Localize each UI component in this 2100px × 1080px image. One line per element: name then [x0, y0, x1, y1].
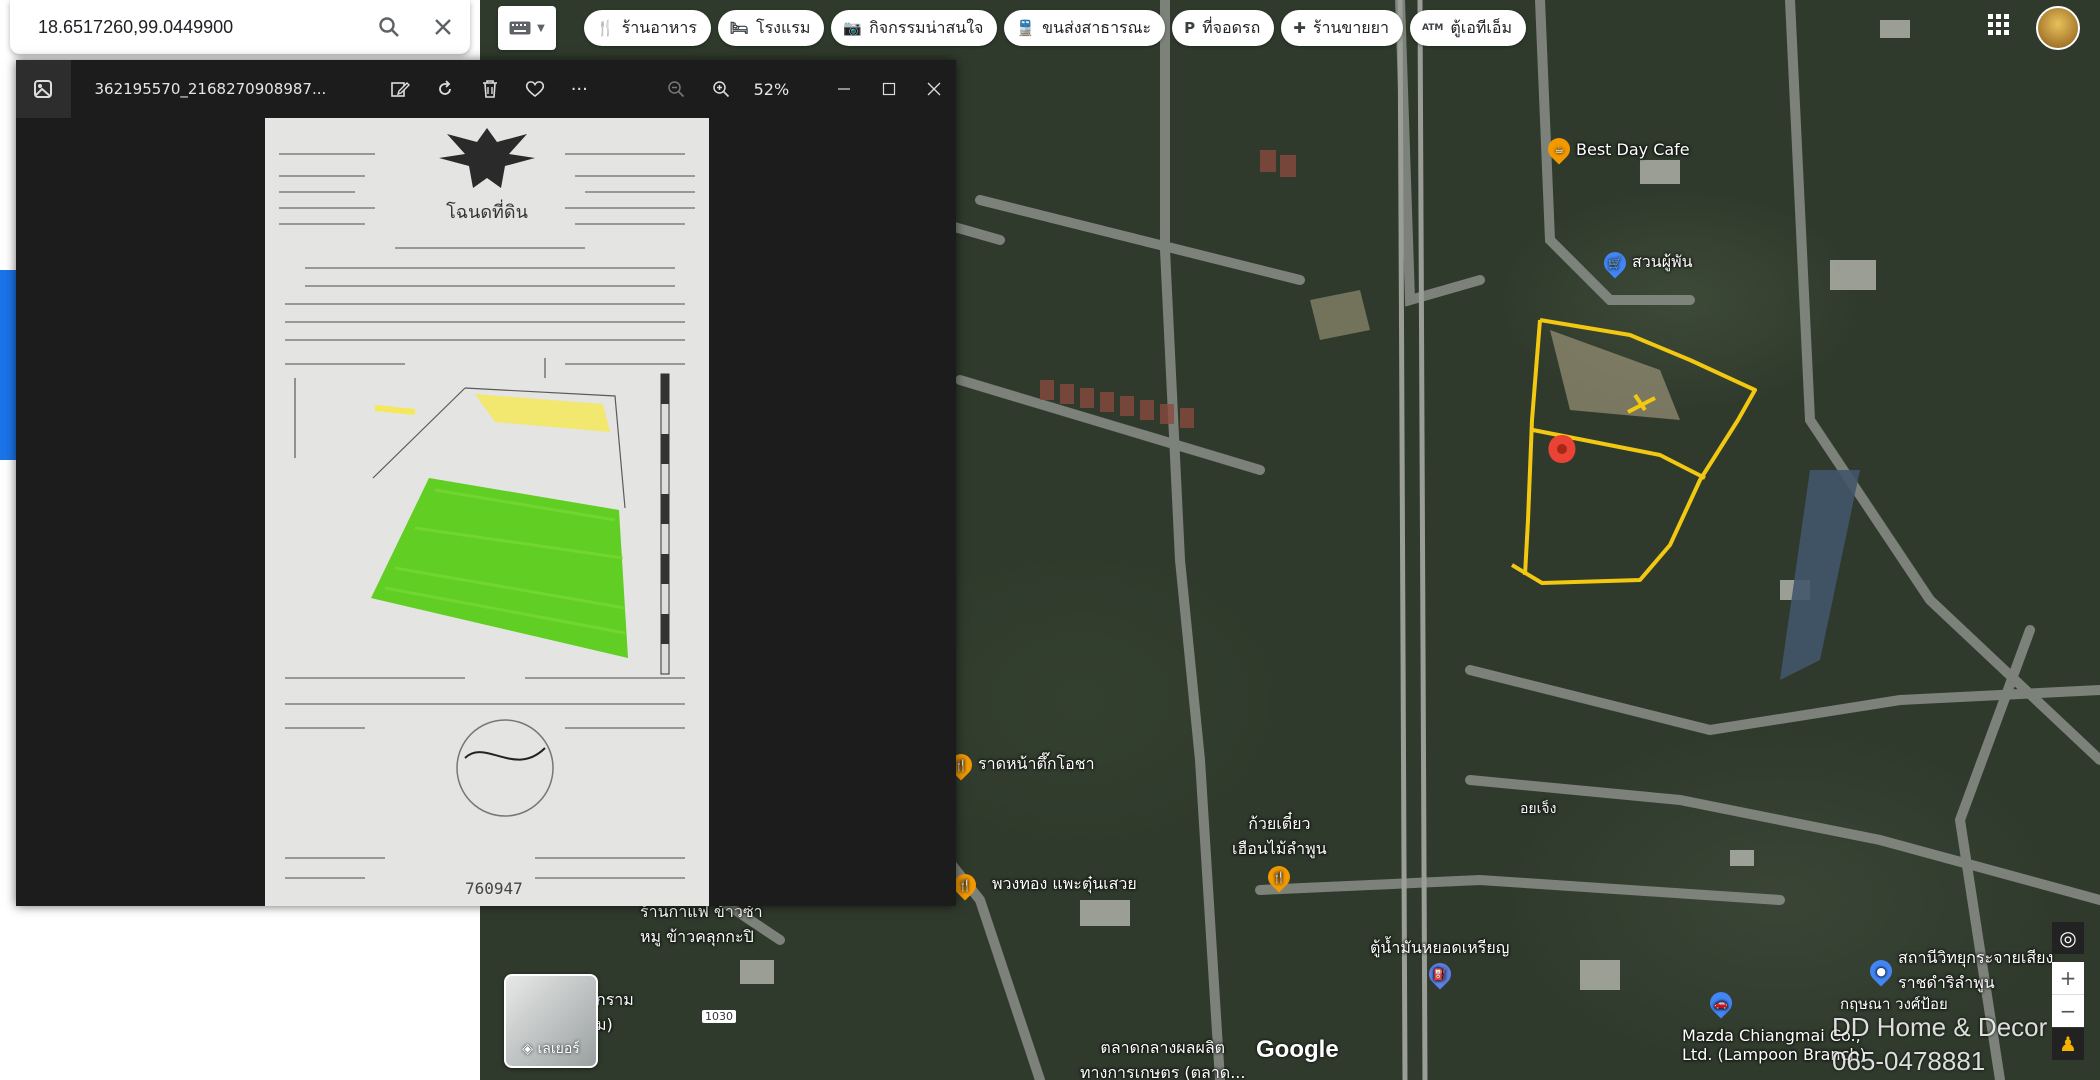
land-title-document-image: โฉนดที่ดิน 760947 [265, 118, 709, 906]
chip-transit[interactable]: 🚆 ขนส่งสาธารณะ [1004, 10, 1166, 46]
shopping-icon: 🛒 [1599, 246, 1631, 279]
my-location-icon[interactable]: ◎ [2052, 922, 2084, 954]
zoom-in-icon[interactable]: + [2052, 962, 2084, 995]
edit-icon[interactable] [378, 79, 423, 99]
search-icon[interactable] [362, 0, 416, 54]
garuda-emblem-icon [439, 128, 535, 188]
poi-mazda[interactable]: 🚗 [1705, 987, 1737, 1019]
gas-station-icon: ⛽ [1424, 958, 1456, 990]
poi-suan[interactable]: 🛒 สวนผู้พัน [1599, 246, 1693, 279]
avatar[interactable] [2036, 6, 2080, 50]
pharmacy-icon: ✚ [1293, 19, 1306, 37]
photos-app-icon [16, 60, 71, 118]
close-window-icon[interactable] [911, 82, 956, 96]
search-input[interactable] [36, 15, 362, 39]
poi-radio[interactable]: ● สถานีวิทยุกระจายเสียง ราชดำริลำพูน [1865, 946, 2053, 996]
official-stamp-icon [456, 719, 554, 817]
poi-gas[interactable]: ตู้น้ำมันหยอดเหรียญ ⛽ [1370, 936, 1509, 990]
chip-things-to-do[interactable]: 📷 กิจกรรมน่าสนใจ [831, 10, 998, 46]
side-accent [0, 270, 16, 460]
document-title: โฉนดที่ดิน [446, 199, 528, 223]
delete-icon[interactable] [467, 79, 512, 99]
road-1030-shield: 1030 [702, 1010, 736, 1023]
road-label: อยเจ็ง [1520, 801, 1557, 817]
file-name: 362195570_2168270908987... [94, 80, 327, 98]
more-icon[interactable]: ··· [557, 79, 602, 100]
poi-puang-thong[interactable]: 🍴 พวงทอง แพะตุ๋นเสวย [949, 868, 1137, 901]
location-pin-icon [1548, 435, 1576, 477]
input-tools-button[interactable]: ▼ [498, 6, 556, 50]
category-chips: 🍴 ร้านอาหาร 🛏 โรงแรม 📷 กิจกรรมน่าสนใจ 🚆 ขนส่… [584, 10, 1527, 46]
hotel-icon: 🛏 [729, 19, 749, 37]
keyboard-icon [509, 21, 531, 35]
chip-restaurants[interactable]: 🍴 ร้านอาหาร [584, 10, 711, 46]
watermark: DD Home & Decor 065-0478881 [1832, 1012, 2048, 1076]
zoom-out-icon[interactable]: − [2052, 995, 2084, 1027]
poi-best-day-cafe[interactable]: ☕ Best Day Cafe [1543, 133, 1690, 165]
layers-button[interactable]: ◈ เลเยอร์ [504, 974, 598, 1068]
document-serial: 760947 [465, 879, 523, 898]
camera-icon: 📷 [843, 19, 863, 37]
zoom-out-magnifier-icon[interactable] [654, 80, 699, 98]
chip-parking[interactable]: P ที่จอดรถ [1172, 10, 1275, 46]
chevron-down-icon: ▼ [537, 22, 545, 34]
chip-pharmacy[interactable]: ✚ ร้านขายยา [1281, 10, 1404, 46]
minimize-icon[interactable] [822, 82, 867, 96]
close-icon[interactable] [416, 0, 470, 54]
poi-kuay-tiew[interactable]: ก้วยเตี๋ยว เฮือนไม้ลำพูน 🍴 [1232, 812, 1327, 893]
chip-atm[interactable]: ATM ตู้เอทีเอ็ม [1410, 10, 1527, 46]
atm-icon: ATM [1422, 23, 1444, 33]
apps-grid-icon[interactable] [1988, 14, 2010, 36]
zoom-level: 52% [753, 79, 790, 99]
transit-icon: 🚆 [1016, 19, 1036, 37]
viewer-titlebar: 362195570_2168270908987... ··· 52% [16, 60, 956, 118]
rotate-icon[interactable] [423, 79, 468, 99]
search-box [10, 0, 470, 54]
photo-viewer-window: 362195570_2168270908987... ··· 52% โฉนดท… [16, 60, 956, 906]
pegman-icon[interactable]: ♟ [2052, 1028, 2084, 1060]
maximize-icon[interactable] [866, 82, 911, 96]
restaurant-icon: 🍴 [596, 19, 615, 37]
google-logo: Google [1256, 1036, 1339, 1063]
cafe-icon: ☕ [1543, 133, 1575, 165]
layers-icon: ◈ [522, 1041, 538, 1057]
car-dealer-icon: 🚗 [1705, 987, 1737, 1019]
green-plot [371, 478, 628, 658]
parking-icon: P [1184, 19, 1196, 37]
poi-rad-na[interactable]: 🍴 ราดหน้าตึ๊กโอชา [945, 748, 1095, 781]
favorite-icon[interactable] [512, 80, 557, 98]
poi-left-edge[interactable]: กราม ม) [596, 988, 634, 1038]
restaurant-pin-icon: 🍴 [1263, 861, 1295, 893]
chip-hotels[interactable]: 🛏 โรงแรม [717, 10, 825, 46]
poi-market[interactable]: ตลาดกลางผลผลิต ทางการเกษตร (ตลาด... [1080, 1036, 1245, 1080]
radio-pin-icon: ● [1865, 955, 1897, 987]
poi-ran-kao[interactable]: ร้านกาแฟ ข้าวซ้า หมู ข้าวคลุกกะปิ [640, 900, 763, 950]
zoom-in-magnifier-icon[interactable] [698, 80, 743, 98]
